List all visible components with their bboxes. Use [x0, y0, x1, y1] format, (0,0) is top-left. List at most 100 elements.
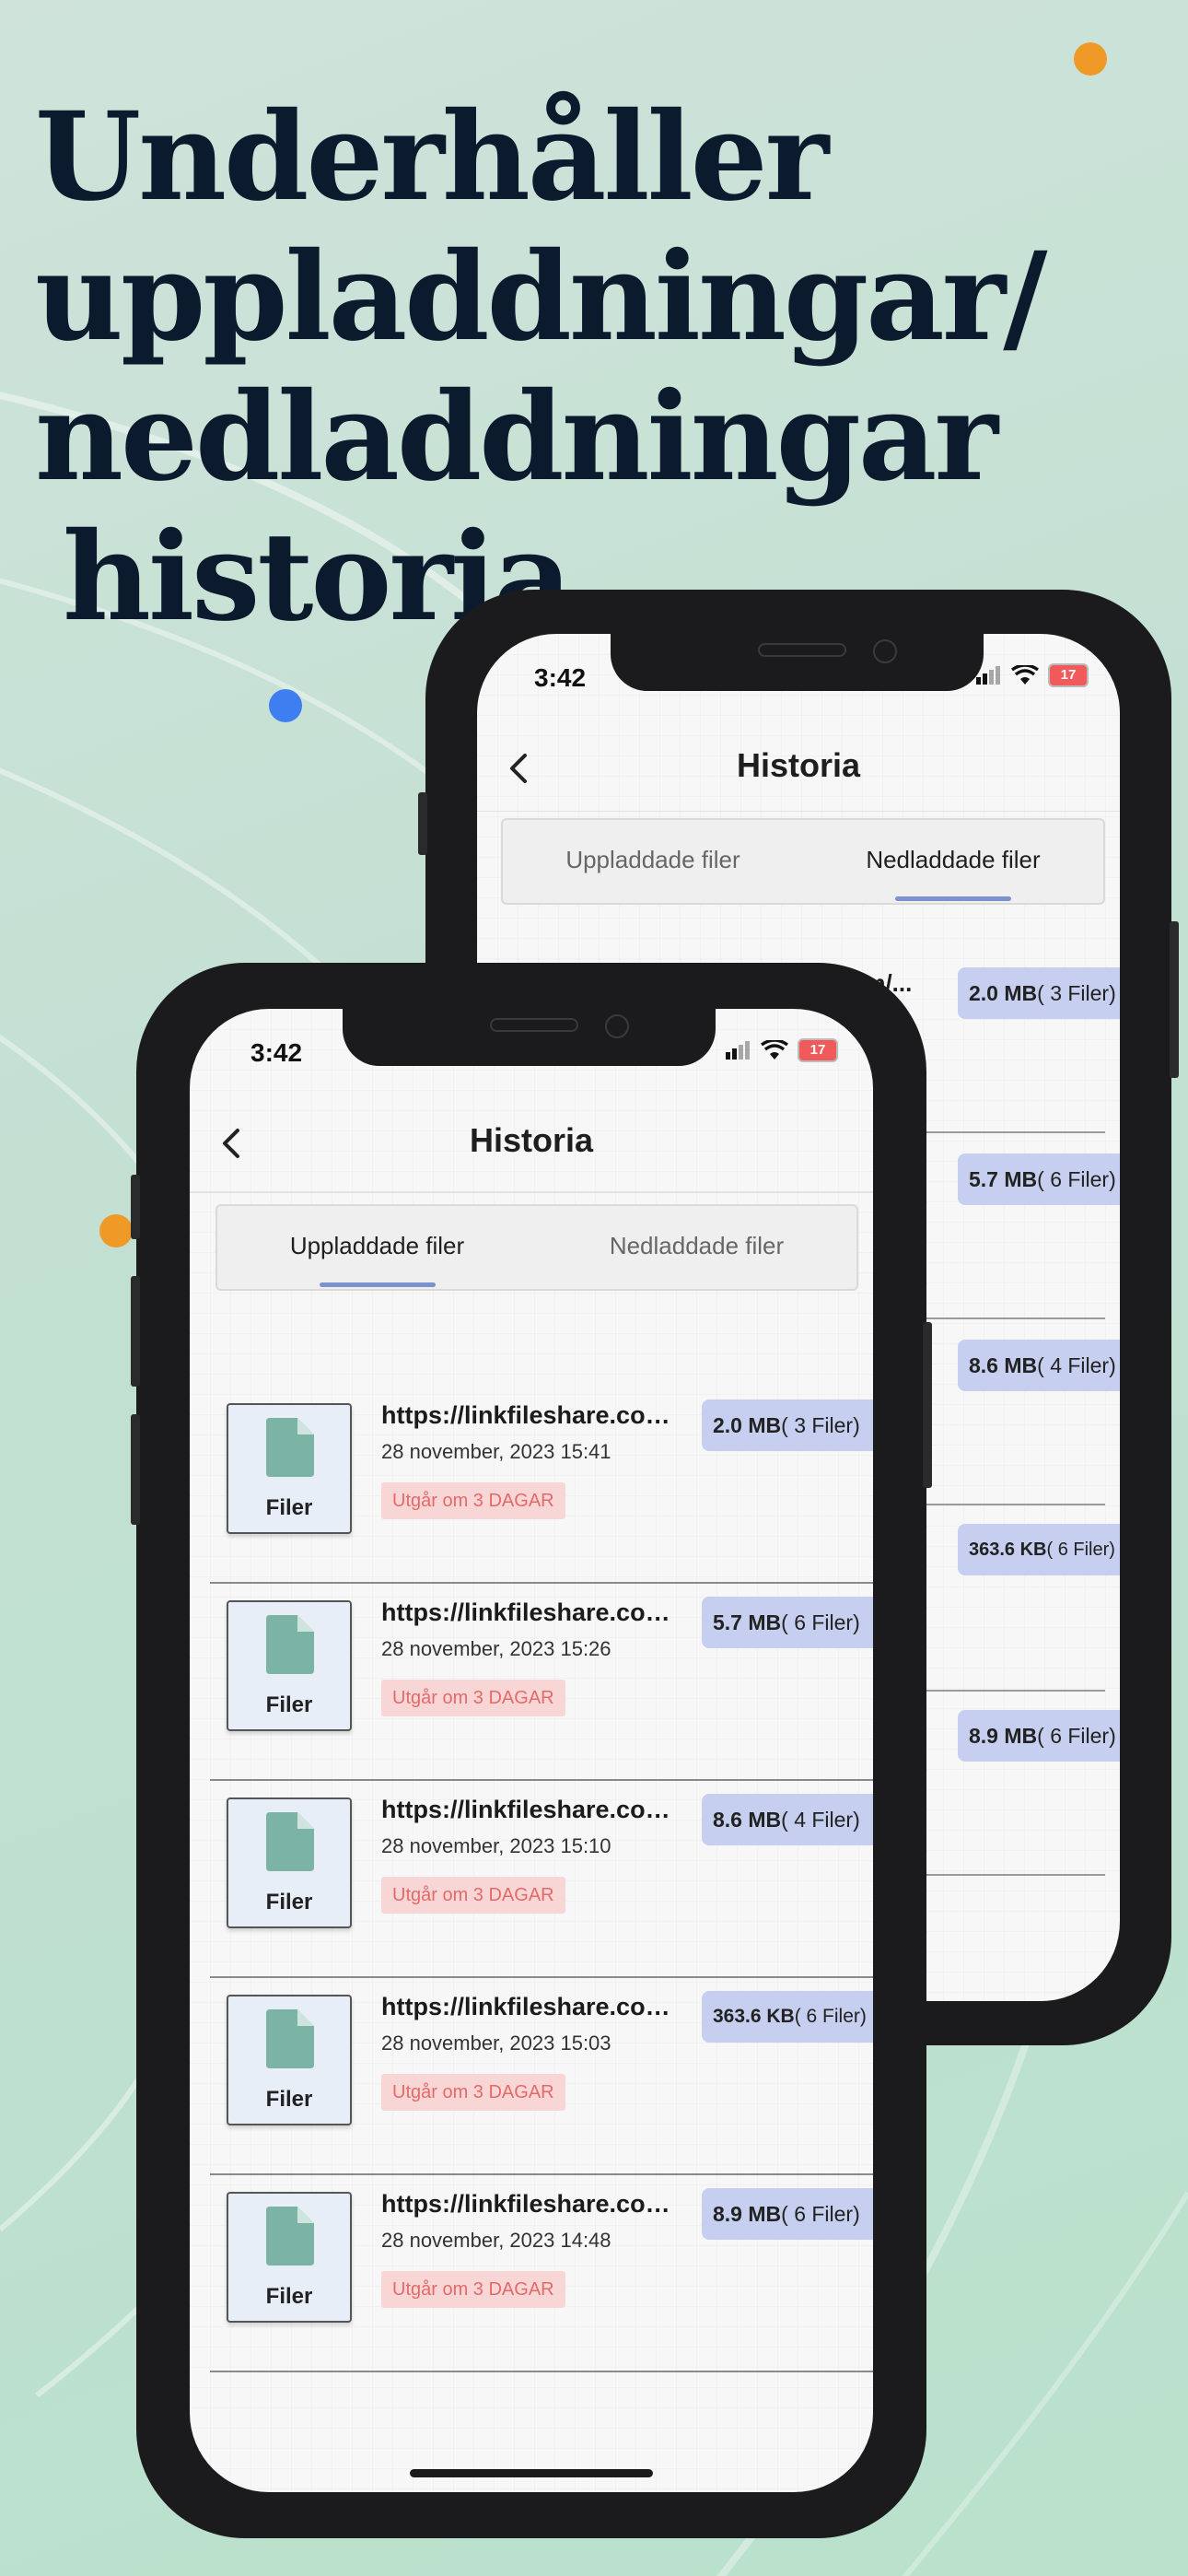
side-button	[1170, 921, 1179, 1078]
file-thumbnail: Filer	[227, 1600, 352, 1731]
headline-line: Underhåller	[35, 86, 829, 228]
size-value: 363.6 KB	[969, 1540, 1047, 1560]
size-badge: 363.6 KB( 6 Filer)	[958, 1524, 1120, 1575]
file-count: ( 4 Filer)	[1037, 1353, 1116, 1377]
share-url: https://linkfileshare.com/...	[381, 1796, 685, 1823]
file-thumbnail: Filer	[227, 2192, 352, 2323]
size-value: 5.7 MB	[969, 1167, 1038, 1191]
tab-label: Nedladdade filer	[609, 1232, 785, 1259]
status-icons: 17	[726, 1038, 838, 1062]
file-count: ( 6 Filer)	[1037, 1724, 1116, 1748]
file-thumbnail: Filer	[227, 1797, 352, 1928]
notch	[343, 1009, 716, 1066]
side-button	[418, 792, 427, 855]
file-count: ( 4 Filer)	[781, 1808, 860, 1832]
upload-date: 28 november, 2023 15:26	[381, 1637, 611, 1660]
signal-icon	[726, 1041, 751, 1060]
nav-bar: Historia	[190, 1112, 873, 1193]
tab-uploaded-files[interactable]: Uppladdade filer	[217, 1206, 537, 1289]
notch	[611, 634, 984, 691]
status-icons: 17	[976, 663, 1089, 687]
file-count: ( 6 Filer)	[781, 1610, 860, 1634]
size-badge: 5.7 MB( 6 Filer)	[958, 1153, 1120, 1205]
size-badge: 2.0 MB( 3 Filer)	[958, 967, 1120, 1019]
share-url: https://linkfileshare.com/...	[381, 1401, 685, 1429]
size-badge: 8.9 MB( 6 Filer)	[702, 2188, 873, 2240]
share-url: https://linkfileshare.com/...	[381, 2190, 685, 2218]
list-item[interactable]: Filer https://linkfileshare.com/... 28 n…	[210, 2175, 873, 2372]
decorative-orange-dot	[99, 1214, 133, 1247]
size-value: 2.0 MB	[969, 981, 1038, 1005]
size-badge: 2.0 MB( 3 Filer)	[702, 1399, 873, 1451]
wifi-icon	[761, 1040, 788, 1060]
file-count: ( 6 Filer)	[781, 2202, 860, 2226]
list-item[interactable]: Filer https://linkfileshare.com/... 28 n…	[210, 1978, 873, 2175]
file-count: ( 6 Filer)	[794, 2006, 867, 2027]
size-badge: 8.6 MB( 4 Filer)	[702, 1794, 873, 1845]
active-tab-indicator	[895, 896, 1011, 901]
battery-indicator: 17	[1048, 663, 1089, 687]
decorative-orange-dot	[1074, 42, 1107, 76]
file-icon	[266, 2009, 314, 2068]
headline-line: nedladdningar	[35, 366, 998, 509]
file-label: Filer	[265, 1495, 313, 1520]
tab-downloaded-files[interactable]: Nedladdade filer	[803, 820, 1103, 903]
size-badge: 8.9 MB( 6 Filer)	[958, 1710, 1120, 1762]
tab-uploaded-files[interactable]: Uppladdade filer	[503, 820, 803, 903]
battery-indicator: 17	[798, 1038, 838, 1062]
status-time: 3:42	[534, 663, 587, 692]
side-button	[131, 1276, 140, 1387]
upload-date: 28 november, 2023 15:41	[381, 1440, 611, 1463]
side-button	[923, 1322, 932, 1488]
size-badge: 8.6 MB( 4 Filer)	[958, 1340, 1120, 1391]
file-icon	[266, 1615, 314, 1674]
file-icon	[266, 1812, 314, 1871]
expiry-badge: Utgår om 3 DAGAR	[381, 1680, 565, 1716]
page-title: Historia	[469, 1121, 594, 1159]
upload-date: 28 november, 2023 15:03	[381, 2032, 611, 2055]
expiry-badge: Utgår om 3 DAGAR	[381, 2074, 565, 2111]
file-count: ( 6 Filer)	[1046, 1540, 1115, 1560]
signal-icon	[976, 666, 1002, 685]
file-thumbnail: Filer	[227, 1403, 352, 1534]
size-value: 5.7 MB	[713, 1610, 782, 1634]
list-item[interactable]: Filer https://linkfileshare.com/... 28 n…	[210, 1387, 873, 1584]
upload-date: 28 november, 2023 14:48	[381, 2229, 611, 2252]
status-time: 3:42	[250, 1038, 303, 1067]
size-value: 2.0 MB	[713, 1413, 782, 1437]
size-value: 363.6 KB	[713, 2006, 795, 2027]
file-count: ( 3 Filer)	[781, 1413, 860, 1437]
side-button	[131, 1175, 140, 1239]
page-title: Historia	[736, 746, 861, 784]
size-value: 8.9 MB	[969, 1724, 1038, 1748]
home-indicator[interactable]	[410, 2469, 653, 2477]
list-item[interactable]: Filer https://linkfileshare.com/... 28 n…	[210, 1781, 873, 1978]
file-label: Filer	[265, 1890, 313, 1914]
size-value: 8.6 MB	[969, 1353, 1038, 1377]
share-url: https://linkfileshare.com/...	[381, 1993, 685, 2020]
file-thumbnail: Filer	[227, 1995, 352, 2125]
file-count: ( 3 Filer)	[1037, 981, 1116, 1005]
file-label: Filer	[265, 2284, 313, 2309]
tab-bar: Uppladdade filer Nedladdade filer	[501, 818, 1105, 905]
file-label: Filer	[265, 1692, 313, 1717]
tab-label: Nedladdade filer	[866, 846, 1041, 873]
list-item[interactable]: Filer https://linkfileshare.com/... 28 n…	[210, 1584, 873, 1781]
file-label: Filer	[265, 2087, 313, 2112]
active-tab-indicator	[319, 1282, 436, 1287]
nav-bar: Historia	[477, 737, 1120, 812]
upload-date: 28 november, 2023 15:10	[381, 1834, 611, 1857]
expiry-badge: Utgår om 3 DAGAR	[381, 1877, 565, 1914]
tab-bar: Uppladdade filer Nedladdade filer	[215, 1204, 858, 1291]
tab-label: Uppladdade filer	[289, 1232, 465, 1259]
tab-downloaded-files[interactable]: Nedladdade filer	[537, 1206, 856, 1289]
file-icon	[266, 1418, 314, 1477]
front-phone: 3:42 17 Historia Uppladdade filer Nedlad…	[131, 963, 932, 2538]
expiry-badge: Utgår om 3 DAGAR	[381, 1482, 565, 1519]
tab-label: Uppladdade filer	[565, 846, 740, 873]
headline-line: uppladdningar/	[35, 226, 1047, 369]
decorative-blue-dot	[269, 689, 302, 722]
size-value: 8.6 MB	[713, 1808, 782, 1832]
share-url: https://linkfileshare.com/...	[381, 1598, 685, 1626]
size-badge: 5.7 MB( 6 Filer)	[702, 1597, 873, 1648]
